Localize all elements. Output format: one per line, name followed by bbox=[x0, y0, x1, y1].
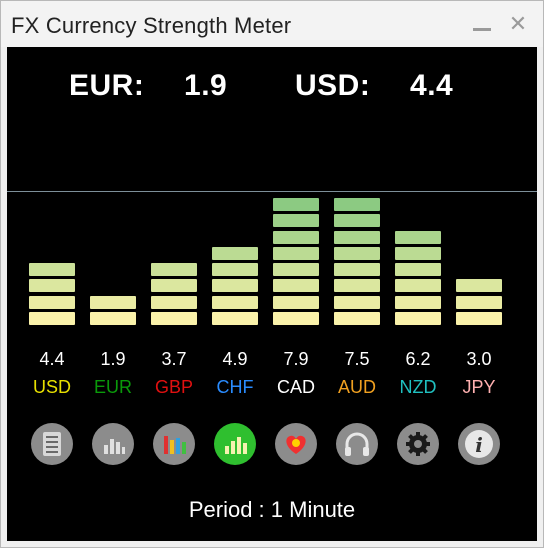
strength-meter-panel: EUR: 1.9 USD: 4.4 4.4 USD 1.9 EUR 3.7 GBP 4.9 C… bbox=[7, 47, 537, 541]
bar-segment bbox=[29, 312, 75, 325]
bar-segment bbox=[273, 279, 319, 293]
window-title: FX Currency Strength Meter bbox=[11, 13, 292, 38]
strength-bar-usd bbox=[29, 195, 75, 325]
strength-bar-aud bbox=[334, 195, 380, 325]
bar-segment bbox=[395, 295, 441, 309]
bar-segment bbox=[212, 279, 258, 293]
bar-segment bbox=[90, 295, 136, 309]
minimize-icon bbox=[473, 28, 491, 31]
headphones-icon bbox=[345, 432, 369, 456]
gear-icon bbox=[406, 432, 430, 456]
currency-code-nzd: NZD bbox=[399, 377, 437, 397]
strength-bar-cad bbox=[273, 195, 319, 325]
meter-top-line bbox=[7, 191, 537, 192]
bar-segment bbox=[273, 295, 319, 309]
bar-segment bbox=[212, 246, 258, 260]
bar-segment bbox=[395, 312, 441, 325]
strength-bar-gbp bbox=[151, 195, 197, 325]
currency-code-aud: AUD bbox=[337, 377, 376, 397]
base-currency-code: EUR: bbox=[69, 69, 145, 102]
bar-segment bbox=[29, 263, 75, 277]
bar-segment bbox=[334, 295, 380, 309]
bar-segment bbox=[29, 279, 75, 293]
list-icon bbox=[43, 432, 61, 456]
bar-segment bbox=[395, 263, 441, 277]
color-bars-icon bbox=[164, 436, 186, 454]
bar-segment bbox=[151, 263, 197, 277]
strength-bar-nzd bbox=[395, 195, 441, 325]
bar-segment bbox=[90, 312, 136, 325]
quote-currency-value: 4.4 bbox=[410, 69, 454, 102]
gear-button[interactable] bbox=[397, 423, 439, 465]
period-label: Period : 1 Minute bbox=[188, 497, 356, 522]
title-bar[interactable]: FX Currency Strength Meter ✕ bbox=[1, 1, 543, 47]
bar-segment bbox=[395, 279, 441, 293]
bar-segment bbox=[456, 312, 502, 325]
currency-code-eur: EUR bbox=[93, 377, 132, 397]
minimize-button[interactable] bbox=[469, 11, 495, 37]
bar-segment bbox=[273, 263, 319, 277]
bar-segment bbox=[212, 312, 258, 325]
close-button[interactable]: ✕ bbox=[505, 11, 531, 37]
bar-segment bbox=[29, 295, 75, 309]
bar-segment bbox=[395, 230, 441, 244]
strength-meter-button[interactable] bbox=[214, 423, 256, 465]
strength-value-gbp: 3.7 bbox=[161, 349, 187, 369]
strength-value-nzd: 6.2 bbox=[405, 349, 431, 369]
bar-segment bbox=[151, 279, 197, 293]
strength-value-jpy: 3.0 bbox=[466, 349, 492, 369]
strength-bar-chf bbox=[212, 195, 258, 325]
color-bars-button[interactable] bbox=[153, 423, 195, 465]
bar-segment bbox=[151, 312, 197, 325]
heatmap-button[interactable] bbox=[275, 423, 317, 465]
bar-segment bbox=[273, 197, 319, 211]
strength-value-aud: 7.5 bbox=[344, 349, 370, 369]
app-window: FX Currency Strength Meter ✕ EUR: 1.9 US… bbox=[0, 0, 544, 548]
bar-segment bbox=[334, 246, 380, 260]
currency-code-gbp: GBP bbox=[154, 377, 193, 397]
strength-value-chf: 4.9 bbox=[222, 349, 248, 369]
bar-segment bbox=[212, 263, 258, 277]
bar-segment bbox=[334, 279, 380, 293]
bar-chart-icon bbox=[104, 439, 125, 454]
bar-segment bbox=[334, 230, 380, 244]
bar-segment bbox=[273, 246, 319, 260]
currency-code-jpy: JPY bbox=[462, 377, 496, 397]
info-button[interactable]: i bbox=[458, 423, 500, 465]
bar-chart-button[interactable] bbox=[92, 423, 134, 465]
bar-segment bbox=[334, 263, 380, 277]
bar-segment bbox=[212, 295, 258, 309]
base-currency-readout: EUR: 1.9 bbox=[69, 69, 227, 103]
bar-segment bbox=[456, 295, 502, 309]
strength-value-usd: 4.4 bbox=[39, 349, 65, 369]
quote-currency-code: USD: bbox=[295, 69, 371, 102]
bar-segment bbox=[334, 214, 380, 228]
bar-segment bbox=[334, 197, 380, 211]
currency-code-cad: CAD bbox=[276, 377, 315, 397]
svg-text:i: i bbox=[475, 433, 483, 457]
base-currency-value: 1.9 bbox=[184, 69, 228, 102]
headphones-button[interactable] bbox=[336, 423, 378, 465]
bar-segment bbox=[151, 295, 197, 309]
bar-segment bbox=[456, 279, 502, 293]
info-icon: i bbox=[465, 430, 493, 458]
strength-bar-jpy bbox=[456, 195, 502, 325]
strength-meter-icon bbox=[225, 437, 247, 454]
strength-value-eur: 1.9 bbox=[100, 349, 126, 369]
currency-code-usd: USD bbox=[32, 377, 71, 397]
list-button[interactable] bbox=[31, 423, 73, 465]
bar-segment bbox=[395, 246, 441, 260]
heatmap-icon bbox=[286, 435, 306, 454]
strength-bar-eur bbox=[90, 195, 136, 325]
strength-value-cad: 7.9 bbox=[283, 349, 309, 369]
bar-segment bbox=[273, 230, 319, 244]
bar-segment bbox=[273, 312, 319, 325]
bar-segment bbox=[334, 312, 380, 325]
quote-currency-readout: USD: 4.4 bbox=[295, 69, 453, 103]
currency-code-chf: CHF bbox=[216, 377, 254, 397]
bar-segment bbox=[273, 214, 319, 228]
